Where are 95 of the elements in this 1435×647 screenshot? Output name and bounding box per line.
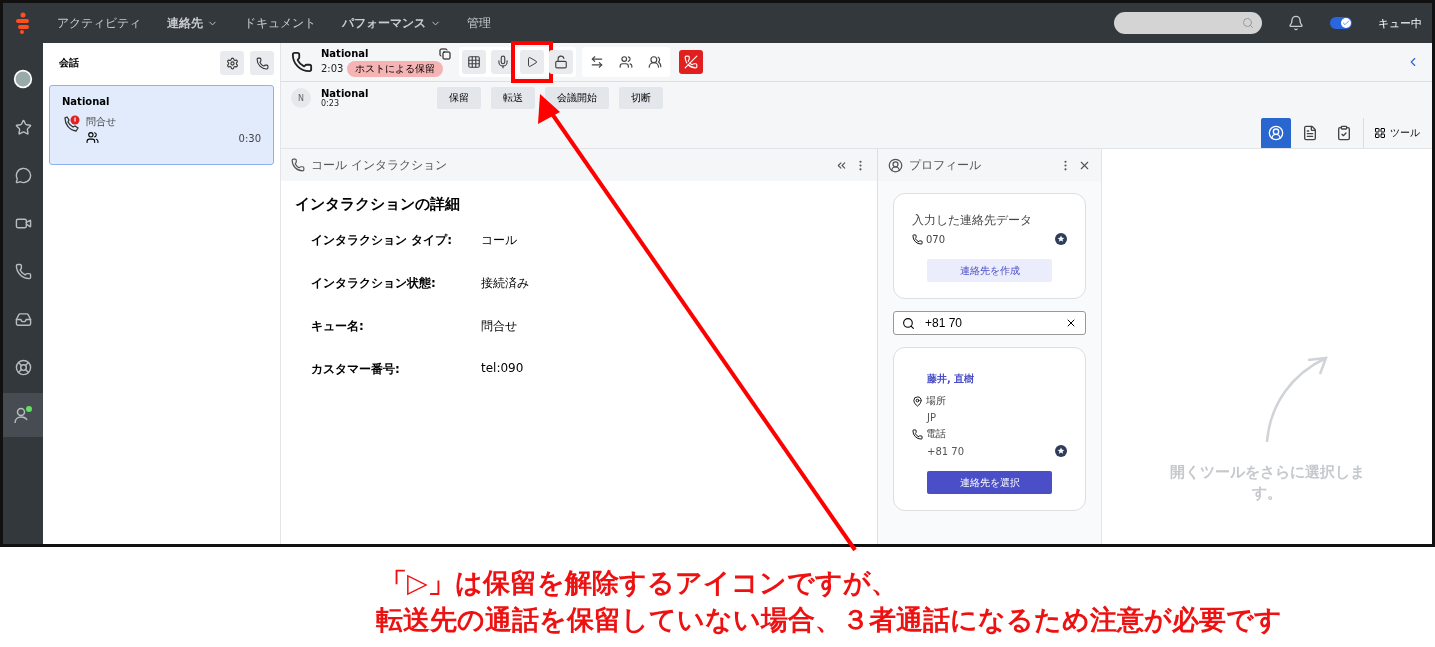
phone-icon [14,262,32,280]
nav-menu-item[interactable]: アクティビティ [57,14,141,32]
field-label: 電話 [926,427,946,441]
search-field[interactable]: +81 70 [925,316,1055,330]
queue-name: 問合せ [86,115,117,129]
location-value: JP [927,412,937,423]
check-icon [1342,19,1350,27]
call-duration: 0:30 [238,133,261,144]
profile-icon [888,157,903,173]
phone-number: 070 [926,233,947,245]
agent-status-nav-button[interactable] [3,393,43,437]
participant-timer: 0:23 [321,99,340,108]
search-field[interactable] [1114,12,1262,34]
section-heading: インタラクションの詳細 [295,195,461,214]
annotation-text: 「▷」は保留を解除するアイコンですが、 [380,566,899,600]
play-icon [526,56,538,68]
microphone-icon [496,55,510,69]
agent-status-icon [13,405,33,425]
phone-icon [255,56,269,70]
call-action-button[interactable]: 保留 [437,87,481,109]
card-title: 入力した連絡先データ [912,212,1033,229]
keypad-icon [467,55,481,69]
bell-icon[interactable] [1288,15,1304,31]
play-button[interactable] [520,50,544,74]
phone-icon [912,233,923,245]
queue-status-label: キュー中 [1378,15,1422,31]
search-icon [902,316,915,330]
unlock-icon [554,55,568,69]
caller-name: National [321,48,369,59]
copy-icon[interactable] [439,47,451,60]
notes-icon [1302,125,1318,141]
field-value: 問合せ [481,318,518,335]
lifebuoy-icon [14,358,32,376]
users-icon [86,131,99,144]
panel-title: コール インタラクション [311,156,448,174]
phone-icon [912,428,923,440]
phone-button[interactable] [250,51,274,75]
empty-state-hint: 開くツールをさらに選択します。 [1169,462,1365,504]
call-action-button[interactable]: 転送 [491,87,535,109]
grid-icon [1374,127,1386,139]
nav-menu-item[interactable]: パフォーマンス [342,14,441,32]
contact-name: National [62,96,111,107]
create-contact-button[interactable]: 連絡先を作成 [927,259,1052,282]
phone-icon [291,51,313,73]
star-badge-icon [1055,445,1067,457]
settings-button[interactable] [220,51,244,75]
call-action-button[interactable]: 会議開始 [545,87,609,109]
field-label: カスタマー番号: [311,361,401,378]
call-action-button[interactable]: 切断 [619,87,663,109]
inbox-icon [14,310,32,328]
transfer-icon [590,55,604,69]
panel-title: プロフィール [909,156,982,174]
field-label: キュー名: [311,318,365,335]
annotation-text: 転送先の通話を保留していない場合、３者通話になるため注意が必要です [376,603,1283,638]
phone-icon [291,158,305,172]
nav-menu-item[interactable]: ドキュメント [244,14,316,32]
field-label: 場所 [926,394,946,408]
avatar-icon [13,69,33,89]
profile-tool-tab[interactable] [1261,118,1291,148]
gear-icon [225,56,239,70]
unlock-button[interactable] [549,50,573,74]
field-value: tel:090 [481,361,525,377]
logo-icon [15,12,31,34]
group-icon [648,55,662,69]
nav-menu-item[interactable]: 管理 [467,14,491,32]
clipboard-icon [1336,125,1352,141]
users-icon [619,55,633,69]
field-label: インタラクション状態: [311,275,437,292]
location-pin-icon [912,395,923,407]
profile-icon [1268,125,1284,141]
participant-name: National [321,88,370,99]
panel-title: 会話 [59,56,80,70]
search-icon [1242,17,1254,29]
chat-icon [14,166,32,184]
select-contact-button[interactable]: 連絡先を選択 [927,471,1052,494]
hangup-icon [684,55,698,69]
star-badge-icon [1055,233,1067,245]
phone-alert-icon [62,115,82,133]
participant-avatar: N [291,88,311,108]
field-value: 接続済み [481,275,530,292]
hold-status-badge: ホストによる保留 [347,60,444,77]
tools-button[interactable]: ツール [1363,118,1420,148]
nav-menu-item[interactable]: 連絡先 [167,14,218,32]
contact-link[interactable]: 藤井, 直樹 [927,372,1067,386]
conversation-card[interactable]: National 問合せ 0:30 [49,85,274,165]
queue-toggle[interactable] [1330,17,1352,29]
phone-number: +81 70 [927,445,965,457]
clear-icon[interactable] [1065,317,1077,329]
field-value: コール [481,232,518,249]
star-icon [14,118,32,136]
keypad-button[interactable] [462,50,486,74]
call-timer: 2:03 [321,63,344,74]
hangup-button[interactable] [679,50,703,74]
search-bar[interactable]: +81 70 [893,311,1086,335]
field-label: インタラクション タイプ: [311,232,453,249]
